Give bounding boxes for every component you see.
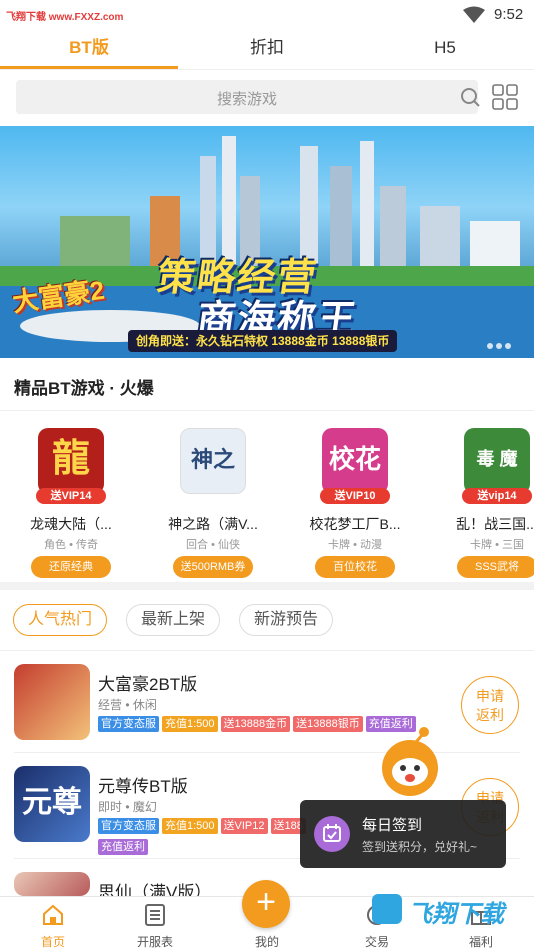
list-icon	[145, 904, 165, 926]
add-icon[interactable]: +	[242, 880, 290, 928]
game-tags: 卡牌 • 三国	[470, 539, 524, 551]
game-cover[interactable]: 毒 魔	[464, 428, 530, 494]
game-title: 元尊传BT版	[98, 777, 188, 796]
tag-badge: 官方变态服	[98, 818, 159, 834]
nav-label: 开服表	[136, 935, 173, 949]
filter-upcoming[interactable]: 新游预告	[239, 604, 334, 636]
nav-server-list[interactable]: 开服表	[102, 897, 208, 949]
tab-bt[interactable]: BT版	[0, 30, 178, 70]
category-grid-icon[interactable]	[492, 84, 518, 110]
signin-subtitle: 签到送积分，兑好礼~	[362, 840, 478, 854]
game-cover[interactable]: 校花	[322, 428, 388, 494]
game-list-item[interactable]: 大富豪2BT版 经营 • 休闲 官方变态服 充值1:500 送13888金币 送138…	[0, 664, 534, 764]
tag-badge: 送13888银币	[293, 716, 363, 732]
nav-label: 首页	[40, 935, 65, 949]
apply-rebate-label: 申请返利	[476, 688, 504, 723]
filter-popular[interactable]: 人气热门	[13, 604, 108, 636]
app-screen: 飞翔下载 www.FXXZ.com 9:52 BT版 折扣 H5 搜索游戏 大富…	[0, 0, 534, 949]
game-cover-art: 龍	[51, 438, 90, 480]
game-name: 校花梦工厂B...	[309, 516, 401, 532]
game-cover-art: 毒 魔	[476, 449, 518, 469]
divider	[0, 410, 534, 411]
tab-discount[interactable]: 折扣	[178, 30, 356, 70]
featured-game-card[interactable]: 校花 送VIP10 校花梦工厂B... 卡牌 • 动漫 百位校花	[290, 428, 420, 578]
divider	[0, 650, 534, 651]
tag-badge: 充值返利	[98, 839, 148, 855]
bottom-watermark: 飞翔下载	[368, 888, 534, 928]
watermark-text: 飞翔下载 www.FXXZ.com	[6, 12, 124, 23]
filter-newest[interactable]: 最新上架	[126, 604, 221, 636]
carousel-dot[interactable]	[496, 343, 502, 349]
featured-game-card[interactable]: 毒 魔 送vip14 乱！战三国... 卡牌 • 三国 SSS武将	[432, 428, 534, 578]
calendar-icon	[314, 816, 350, 852]
section-gap	[0, 582, 534, 590]
game-cover[interactable]: 神之路	[180, 428, 246, 494]
tag-badge: 官方变态服	[98, 716, 159, 732]
nav-label: 福利	[468, 935, 493, 949]
signin-title: 每日签到	[362, 817, 423, 834]
carousel-dots[interactable]	[484, 336, 511, 354]
game-thumbnail[interactable]	[14, 872, 90, 896]
featured-game-card[interactable]: 神之路 神之路（满V... 回合 • 仙侠 送500RMB券	[148, 428, 278, 578]
clock: 9:52	[494, 6, 524, 23]
search-icon[interactable]	[460, 87, 480, 107]
top-tabs: BT版 折扣 H5	[0, 30, 534, 70]
status-bar: 飞翔下载 www.FXXZ.com 9:52	[0, 0, 534, 30]
tab-underline	[0, 66, 178, 69]
game-promo-button[interactable]: 百位校花	[315, 556, 395, 578]
game-name: 神之路（满V...	[168, 516, 258, 532]
game-cover-art: 神之路	[190, 447, 235, 472]
game-thumbnail[interactable]: 元尊	[14, 766, 90, 842]
vip-badge: 送VIP10	[320, 488, 390, 504]
tab-h5[interactable]: H5	[356, 30, 534, 70]
mascot-icon[interactable]	[370, 722, 450, 802]
apply-rebate-button[interactable]: 申请返利	[461, 676, 519, 734]
nav-label: 交易	[364, 935, 389, 949]
game-category: 即时 • 魔幻	[98, 800, 157, 814]
nav-home[interactable]: 首页	[0, 897, 106, 949]
search-placeholder: 搜索游戏	[216, 91, 277, 108]
game-promo-button[interactable]: 还原经典	[31, 556, 111, 578]
tag-badge: 充值1:500	[162, 818, 218, 834]
promo-banner[interactable]: 大富豪2 策略经营 商海称王 创角即送：永久钻石特权 13888金币 13888…	[0, 126, 534, 358]
game-name: 乱！战三国...	[456, 516, 534, 532]
game-promo-button[interactable]: SSS武将	[457, 556, 534, 578]
watermark-label: 飞翔下载	[408, 901, 504, 928]
game-tags: 回合 • 仙侠	[186, 539, 240, 551]
search-input[interactable]: 搜索游戏	[16, 80, 480, 114]
featured-game-card[interactable]: 龍 送VIP14 龙魂大陆（... 角色 • 传奇 还原经典	[6, 428, 136, 578]
game-tags: 角色 • 传奇	[44, 539, 98, 551]
banner-offer-strip: 创角即送：永久钻石特权 13888金币 13888银币	[128, 330, 398, 352]
vip-badge: 送VIP14	[36, 488, 106, 504]
featured-section-title: 精品BT游戏 · 火爆	[14, 379, 154, 398]
game-cover[interactable]: 龍	[38, 428, 104, 494]
game-promo-button[interactable]: 送500RMB券	[173, 556, 253, 578]
game-cover-art: 校花	[328, 444, 381, 474]
game-thumbnail[interactable]	[14, 664, 90, 740]
home-icon	[43, 904, 63, 925]
featured-games: 龍 送VIP14 龙魂大陆（... 角色 • 传奇 还原经典 神之路 神之路（满…	[0, 420, 534, 580]
tag-badge: 送13888金币	[220, 716, 291, 732]
game-category: 经营 • 休闲	[98, 698, 157, 712]
tag-badge: 充值1:500	[162, 716, 218, 732]
vip-badge: 送vip14	[462, 488, 532, 504]
game-thumbnail-art: 元尊	[22, 786, 82, 819]
carousel-dot[interactable]	[487, 343, 493, 349]
game-tags: 卡牌 • 动漫	[328, 539, 382, 551]
wifi-icon	[463, 6, 485, 23]
watermark-logo	[372, 894, 402, 924]
game-name: 龙魂大陆（...	[30, 516, 112, 532]
game-title: 大富豪2BT版	[98, 675, 198, 694]
carousel-dot[interactable]	[505, 343, 511, 349]
tag-badge: 送VIP12	[220, 818, 268, 834]
nav-label: 我的	[254, 935, 279, 949]
daily-signin-popup[interactable]: 每日签到 签到送积分，兑好礼~	[300, 800, 506, 868]
